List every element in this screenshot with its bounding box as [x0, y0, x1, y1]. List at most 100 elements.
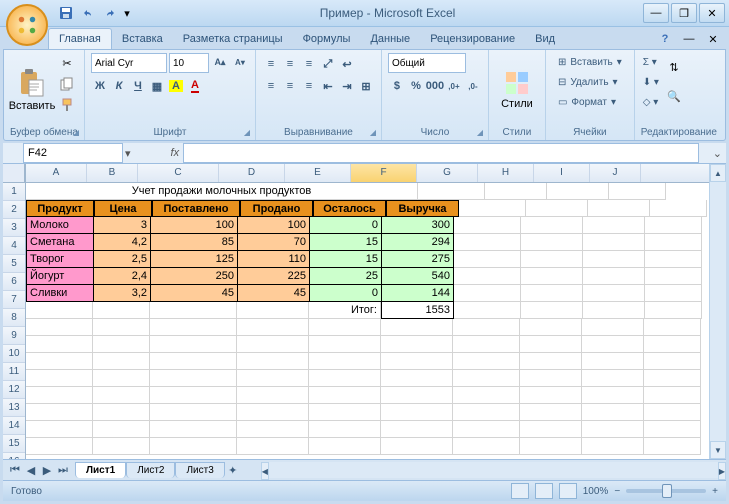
last-sheet-button[interactable]: ⏭	[55, 462, 71, 478]
cell[interactable]	[583, 217, 645, 234]
empty-cell[interactable]	[237, 421, 309, 438]
empty-cell[interactable]	[520, 438, 582, 455]
total-label-cell[interactable]: Итог:	[309, 302, 381, 319]
zoom-in-button[interactable]: +	[712, 486, 718, 497]
cell[interactable]	[583, 285, 645, 302]
empty-cell[interactable]	[93, 353, 150, 370]
number-dialog-launcher[interactable]: ◢	[474, 126, 486, 138]
title-cell[interactable]: Учет продажи молочных продуктов	[26, 183, 418, 200]
empty-cell[interactable]	[150, 438, 237, 455]
find-button[interactable]: 🔍	[664, 82, 684, 110]
cell[interactable]	[521, 302, 583, 319]
empty-cell[interactable]	[644, 438, 701, 455]
scroll-left-button[interactable]: ◀	[261, 462, 269, 480]
sold-cell[interactable]: 100	[238, 217, 310, 234]
scroll-down-button[interactable]: ▼	[710, 441, 726, 459]
fill-color-button[interactable]: A	[167, 77, 185, 95]
align-left-button[interactable]: ≡	[262, 77, 280, 95]
empty-cell[interactable]	[520, 421, 582, 438]
scroll-right-button[interactable]: ▶	[718, 462, 726, 480]
cell[interactable]	[26, 302, 93, 319]
row-header-3[interactable]: 3	[3, 219, 25, 237]
empty-cell[interactable]	[520, 336, 582, 353]
empty-cell[interactable]	[453, 353, 520, 370]
comma-button[interactable]: 000	[426, 77, 444, 95]
decrease-indent-button[interactable]: ⇤	[319, 77, 337, 95]
vertical-scrollbar[interactable]: ▲ ▼	[709, 164, 726, 459]
cell[interactable]	[547, 183, 609, 200]
cell[interactable]	[583, 268, 645, 285]
tab-layout[interactable]: Разметка страницы	[173, 29, 293, 49]
sold-cell[interactable]: 110	[238, 251, 310, 268]
remaining-cell[interactable]: 15	[310, 234, 382, 251]
supplied-cell[interactable]: 45	[151, 285, 238, 302]
empty-cell[interactable]	[453, 387, 520, 404]
supplied-cell[interactable]: 125	[151, 251, 238, 268]
empty-cell[interactable]	[644, 370, 701, 387]
empty-cell[interactable]	[381, 404, 453, 421]
total-value-cell[interactable]: 1553	[381, 302, 454, 319]
bold-button[interactable]: Ж	[91, 77, 109, 95]
format-cells-button[interactable]: ▭Формат ▾	[552, 93, 628, 112]
zoom-label[interactable]: 100%	[583, 486, 609, 497]
product-cell[interactable]: Сливки	[26, 285, 94, 302]
empty-cell[interactable]	[150, 404, 237, 421]
cell[interactable]	[645, 217, 702, 234]
empty-cell[interactable]	[26, 353, 93, 370]
revenue-cell[interactable]: 540	[382, 268, 454, 285]
empty-cell[interactable]	[93, 404, 150, 421]
format-painter-button[interactable]	[57, 95, 77, 115]
row-header-13[interactable]: 13	[3, 399, 25, 417]
empty-cell[interactable]	[309, 336, 381, 353]
decrease-decimal-button[interactable]: ,0-	[464, 77, 482, 95]
cell[interactable]	[521, 234, 583, 251]
empty-cell[interactable]	[520, 319, 582, 336]
col-header-I[interactable]: I	[534, 164, 590, 182]
empty-cell[interactable]	[644, 404, 701, 421]
zoom-out-button[interactable]: −	[614, 486, 620, 497]
empty-cell[interactable]	[309, 387, 381, 404]
header-cell[interactable]: Продукт	[26, 200, 94, 217]
orientation-button[interactable]: ⤢	[319, 55, 337, 73]
restore-button[interactable]: ❐	[671, 3, 697, 23]
price-cell[interactable]: 4,2	[94, 234, 151, 251]
cell[interactable]	[485, 183, 547, 200]
empty-cell[interactable]	[644, 387, 701, 404]
pagebreak-view-button[interactable]	[559, 483, 577, 499]
cell[interactable]	[454, 217, 521, 234]
font-name-combo[interactable]: Arial Cyr	[91, 53, 167, 73]
tab-formulas[interactable]: Формулы	[293, 29, 361, 49]
cell[interactable]	[650, 200, 707, 217]
product-cell[interactable]: Молоко	[26, 217, 94, 234]
empty-cell[interactable]	[381, 336, 453, 353]
shrink-font-button[interactable]: A▾	[231, 53, 249, 71]
align-bottom-button[interactable]: ≡	[300, 55, 318, 73]
cell[interactable]	[454, 285, 521, 302]
delete-cells-button[interactable]: ⊟Удалить ▾	[552, 73, 628, 92]
horizontal-scrollbar[interactable]: ◀ ▶	[261, 462, 726, 478]
clipboard-dialog-launcher[interactable]: ◢	[70, 126, 82, 138]
close-workbook-button[interactable]: ✕	[703, 29, 723, 49]
header-cell[interactable]: Поставлено	[152, 200, 240, 217]
empty-cell[interactable]	[309, 438, 381, 455]
revenue-cell[interactable]: 300	[382, 217, 454, 234]
currency-button[interactable]: $	[388, 77, 406, 95]
cell[interactable]	[454, 268, 521, 285]
cell[interactable]	[521, 217, 583, 234]
price-cell[interactable]: 2,4	[94, 268, 151, 285]
cell[interactable]	[645, 268, 702, 285]
cell[interactable]	[526, 200, 588, 217]
empty-cell[interactable]	[26, 404, 93, 421]
cell[interactable]	[583, 302, 645, 319]
name-box[interactable]: F42	[23, 143, 123, 163]
scroll-up-button[interactable]: ▲	[710, 164, 726, 182]
col-header-A[interactable]: A	[26, 164, 87, 182]
empty-cell[interactable]	[582, 353, 644, 370]
empty-cell[interactable]	[453, 421, 520, 438]
cell[interactable]	[454, 234, 521, 251]
prev-sheet-button[interactable]: ◀	[23, 462, 39, 478]
cell[interactable]	[645, 285, 702, 302]
font-dialog-launcher[interactable]: ◢	[241, 126, 253, 138]
empty-cell[interactable]	[309, 319, 381, 336]
formula-expand[interactable]: ⌄	[713, 147, 722, 160]
